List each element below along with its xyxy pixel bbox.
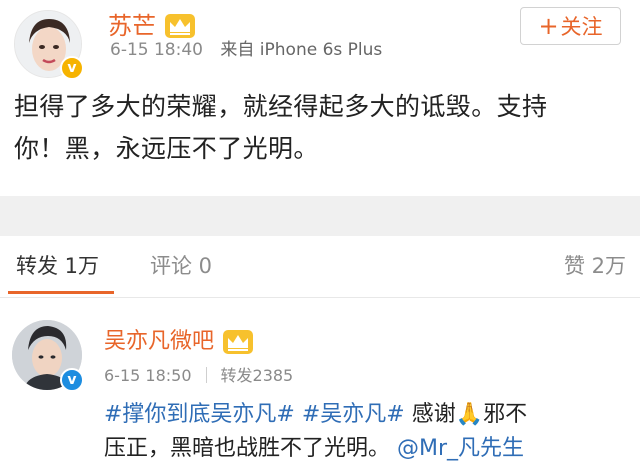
meta-divider [205,367,207,383]
plus-icon: + [538,12,559,40]
author-avatar[interactable]: v [14,10,84,80]
follow-button[interactable]: +关注 [520,7,621,45]
interaction-tabs: 转发 1万 评论 0 赞 2万 [0,236,640,298]
author-name[interactable]: 苏芒 [108,11,156,41]
repost-meta: 6-15 18:50 转发2385 [104,364,293,388]
hashtag-link[interactable]: #撑你到底吴亦凡# [104,402,295,427]
verified-badge-icon: v [60,56,84,80]
crown-icon [223,330,254,354]
verified-badge-icon: v [60,368,84,392]
weibo-post-page: v 苏芒 6-15 18:40 来自 iPhone 6s Plus +关注 担得… [0,0,640,475]
repost-count[interactable]: 转发2385 [221,366,294,385]
hashtag-link[interactable]: #吴亦凡# [302,402,405,427]
tab-like[interactable]: 赞 2万 [564,252,626,280]
repost-text-segment: 邪不 [483,402,528,427]
repost-text: #撑你到底吴亦凡# #吴亦凡# 感谢🙏邪不 压正，黑暗也战胜不了光明。 @Mr_… [104,398,628,466]
repost-text-segment: 压正，黑暗也战胜不了光明。 [104,436,391,461]
repost-author-name[interactable]: 吴亦凡微吧 [104,328,214,356]
active-tab-indicator [8,291,114,294]
original-post: v 苏芒 6-15 18:40 来自 iPhone 6s Plus +关注 担得… [0,0,640,196]
repost-author-row: 吴亦凡微吧 [104,326,254,358]
repost-text-segment: 感谢 [411,402,456,427]
mention-link[interactable]: @Mr_凡先生 [397,436,524,461]
crown-icon [165,14,195,38]
repost-time: 6-15 18:50 [104,366,192,385]
post-time: 6-15 18:40 [110,40,203,60]
post-meta: 6-15 18:40 来自 iPhone 6s Plus [110,38,382,62]
pray-icon: 🙏 [455,402,484,427]
section-divider [0,196,640,236]
post-text-line: 担得了多大的荣耀，就经得起多大的诋毁。支持 [14,92,548,121]
tab-comment[interactable]: 评论 0 [150,252,212,280]
list-item: v 吴亦凡微吧 6-15 18:50 转发2385 #撑你到底吴亦凡# #吴亦凡#… [0,298,640,475]
follow-label: 关注 [560,15,603,39]
tab-repost[interactable]: 转发 1万 [16,252,99,280]
post-text-line: 你！黑，永远压不了光明。 [14,134,319,163]
post-text: 担得了多大的荣耀，就经得起多大的诋毁。支持 你！黑，永远压不了光明。 [14,86,626,170]
repost-author-avatar[interactable]: v [12,320,84,392]
post-source: 来自 iPhone 6s Plus [220,40,383,60]
